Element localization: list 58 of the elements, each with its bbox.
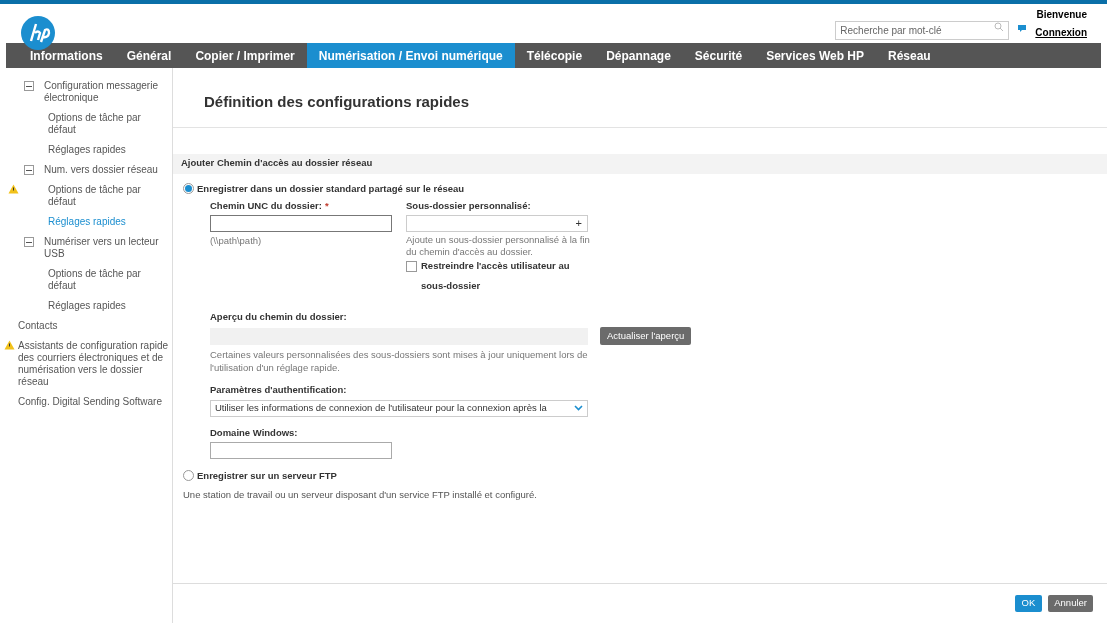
collapse-toggle-icon[interactable] xyxy=(24,81,34,91)
search-icon xyxy=(994,21,1005,32)
section-header: Ajouter Chemin d'accès au dossier réseau xyxy=(173,153,1107,174)
note-text: Certaines valeurs personnalisées des sous-dossiers sont mises à jour uniquement lors de l'utilisation d'un réglage rapide. xyxy=(210,348,589,375)
login-link[interactable]: Connexion xyxy=(1035,25,1087,40)
search-field[interactable]: Recherche par mot-clé xyxy=(835,20,1010,40)
sidebar-item[interactable]: Réglages rapides xyxy=(48,144,136,156)
sidebar-item[interactable]: Configuration messagerie électronique xyxy=(44,80,170,104)
chevron-down-icon xyxy=(574,405,583,411)
sidebar-item[interactable]: Numériser vers un lecteur USB xyxy=(44,236,170,260)
input-field[interactable]: + xyxy=(406,215,588,232)
nav-tab[interactable]: Sécurité xyxy=(682,43,755,68)
sidebar-item[interactable]: Config. Digital Sending Software xyxy=(18,396,162,408)
field-hint: (\\path\path) xyxy=(210,234,263,248)
input-field[interactable] xyxy=(210,441,392,459)
input-field[interactable] xyxy=(210,215,392,232)
sidebar-item[interactable]: Réglages rapides xyxy=(48,216,136,228)
nav-tab[interactable]: Dépannage xyxy=(594,43,683,68)
field-hint: Ajoute un sous-dossier personnalisé à la fin du chemin d'accès au dossier. xyxy=(406,234,590,258)
sidebar-item[interactable]: Réglages rapides xyxy=(48,300,136,312)
field-label: Paramètres d'authentification: xyxy=(210,383,348,398)
field-label: Sous-dossier personnalisé: xyxy=(406,198,532,213)
cancel-button[interactable]: Annuler xyxy=(1048,595,1093,612)
collapse-toggle-icon[interactable] xyxy=(24,165,34,175)
description-text: Une station de travail ou un serveur disposant d'un service FTP installé et configuré. xyxy=(183,488,538,502)
nav-tab[interactable]: Général xyxy=(114,43,184,68)
nav-tab[interactable]: Télécopie xyxy=(514,43,595,68)
welcome-text: Bienvenue xyxy=(1036,8,1087,22)
hp-logo-icon xyxy=(20,14,56,51)
sidebar-item[interactable]: Assistants de configuration rapide des courriers électroniques et de numérisation vers le dossier réseau xyxy=(18,340,170,388)
sidebar-item[interactable]: Contacts xyxy=(18,320,58,332)
dropdown-value: Utiliser les informations de connexion de l'utilisateur pour la connexion après la xyxy=(215,400,547,415)
checkbox-label: Restreindre l'accès utilisateur au sous-dossier xyxy=(421,259,571,293)
field-label: Aperçu du chemin du dossier: xyxy=(210,310,348,324)
page-title: Définition des configurations rapides xyxy=(203,92,471,112)
ok-button[interactable]: OK xyxy=(1014,595,1043,612)
nav-tab[interactable]: Informations xyxy=(18,43,115,68)
nav-tab[interactable]: Copier / Imprimer xyxy=(183,43,307,68)
auth-dropdown[interactable]: Utiliser les informations de connexion de l'utilisateur pour la connexion après la xyxy=(210,399,588,417)
field-label: Domaine Windows: xyxy=(210,425,299,440)
warning-icon xyxy=(4,340,15,350)
sidebar-item[interactable]: Options de tâche par défaut xyxy=(48,184,170,208)
checkbox[interactable] xyxy=(406,261,417,272)
nav-tab[interactable]: Services Web HP xyxy=(754,43,876,68)
sidebar-item[interactable]: Options de tâche par défaut xyxy=(48,112,170,136)
field-label: Chemin UNC du dossier: xyxy=(210,199,322,211)
refresh-preview-button[interactable]: Actualiser l'aperçu xyxy=(600,327,692,346)
required-mark: * xyxy=(324,199,329,211)
radio-label: Enregistrer sur un serveur FTP xyxy=(197,468,337,483)
radio-label: Enregistrer dans un dossier standard partagé sur le réseau xyxy=(197,181,465,196)
nav-tab[interactable]: Réseau xyxy=(876,43,943,68)
chat-bubble-icon xyxy=(1017,24,1028,33)
sidebar-item[interactable]: Num. vers dossier réseau xyxy=(44,164,158,176)
warning-icon xyxy=(8,184,19,194)
add-button[interactable]: + xyxy=(575,215,582,232)
sidebar-item[interactable]: Options de tâche par défaut xyxy=(48,268,170,292)
nav-tab[interactable]: Numérisation / Envoi numérique xyxy=(306,43,515,68)
collapse-toggle-icon[interactable] xyxy=(24,237,34,247)
